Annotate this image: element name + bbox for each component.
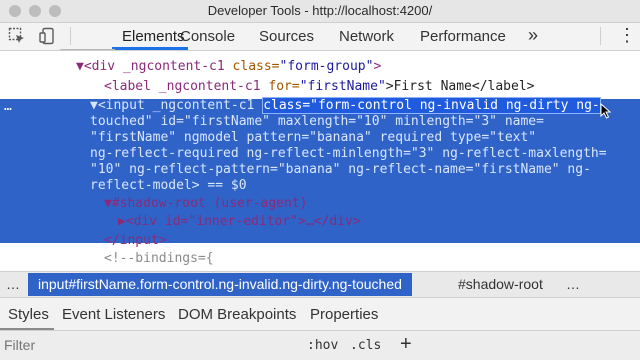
tab-properties[interactable]: Properties [310, 306, 378, 323]
selected-line-1: ▼<input _ngcontent-c1 class="form-contro… [90, 97, 601, 114]
tab-elements[interactable]: Elements [112, 23, 185, 49]
breadcrumb-scroll-left[interactable]: … [6, 276, 20, 292]
elements-dom-tree[interactable]: ─────── ▼<div _ngcontent-c1 class="form-… [0, 43, 640, 271]
toggle-hover-state-button[interactable]: :hov [307, 338, 338, 353]
breadcrumb-shadow-root[interactable]: #shadow-root [458, 276, 543, 292]
window-title: Developer Tools - http://localhost:4200/ [207, 3, 433, 18]
toggle-class-button[interactable]: .cls [350, 338, 381, 353]
toolbar-divider [600, 27, 601, 45]
inspect-element-icon[interactable] [8, 27, 26, 45]
tab-styles[interactable]: Styles [8, 306, 49, 323]
tab-dom-breakpoints[interactable]: DOM Breakpoints [178, 306, 296, 323]
sidebar-tab-bar: Styles Event Listeners DOM Breakpoints P… [0, 298, 640, 331]
tab-sources[interactable]: Sources [259, 28, 314, 45]
selected-line-3: "firstName" ngmodel pattern="banana" req… [90, 130, 537, 145]
tab-console[interactable]: Console [180, 28, 235, 45]
selected-attribute-highlight[interactable]: class="form-control ng-invalid ng-dirty … [262, 97, 601, 114]
node-actions-ellipsis[interactable]: … [4, 99, 12, 115]
dom-node-shadow-root[interactable]: ▼#shadow-root (user-agent) [104, 196, 308, 212]
selected-line-5: "10" ng-reflect-pattern="banana" ng-refl… [90, 162, 591, 177]
selected-line-2: touched" id="firstName" maxlength="10" m… [90, 114, 544, 129]
dom-node-input-close[interactable]: </input> [104, 233, 167, 249]
active-sidebar-tab-indicator [0, 328, 54, 330]
tab-event-listeners[interactable]: Event Listeners [62, 306, 165, 323]
breadcrumb-scroll-right[interactable]: … [566, 276, 580, 292]
styles-filter-input[interactable] [0, 333, 296, 357]
mouse-cursor-icon [600, 102, 614, 119]
tab-elements-label: Elements [122, 28, 185, 45]
add-style-rule-icon[interactable]: + [400, 333, 412, 356]
device-toolbar-icon[interactable] [39, 27, 57, 45]
dom-node-label[interactable]: <label _ngcontent-c1 for="firstName">Fir… [104, 79, 535, 95]
dom-node-inner-editor[interactable]: ▶<div id="inner-editor">…</div> [118, 214, 361, 230]
kebab-menu-icon[interactable]: ⋮ [618, 25, 636, 46]
selected-line-4: ng-reflect-required ng-reflect-minlength… [90, 146, 607, 161]
dom-node-comment[interactable]: <!--bindings={ [104, 251, 214, 267]
active-tab-indicator [112, 47, 188, 50]
dom-cutoff-line: ─────── [60, 43, 115, 58]
dom-node-div[interactable]: ▼<div _ngcontent-c1 class="form-group"> [76, 59, 381, 75]
breadcrumb-selected-input[interactable]: input#firstName.form-control.ng-invalid.… [28, 273, 412, 296]
breadcrumb: … input#firstName.form-control.ng-invali… [0, 271, 640, 298]
more-tabs-icon[interactable]: » [528, 25, 538, 46]
styles-filter-bar: :hov .cls + [0, 331, 640, 360]
tab-network[interactable]: Network [339, 28, 394, 45]
tab-performance[interactable]: Performance [420, 28, 506, 45]
title-bar: Developer Tools - http://localhost:4200/ [0, 0, 640, 23]
selected-line-6: reflect-model> == $0 [90, 178, 247, 193]
